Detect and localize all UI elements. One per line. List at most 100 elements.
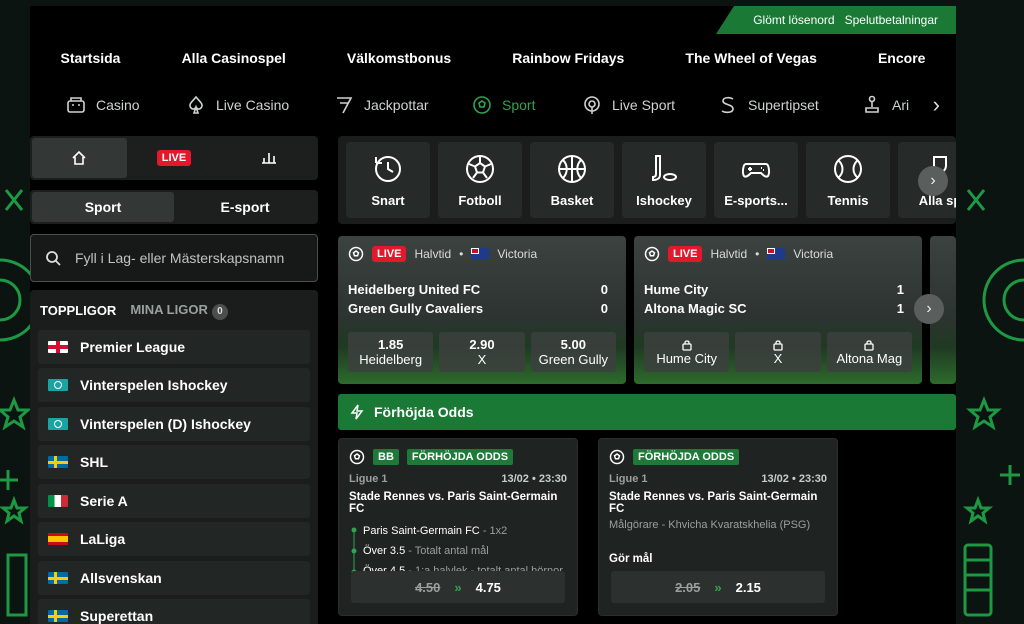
football-icon <box>609 449 625 465</box>
basketball-icon <box>558 154 586 183</box>
leagues-panel: TOPPLIGOR MINA LIGOR 0 Premier League Vin… <box>30 290 318 624</box>
esport-tab[interactable]: E-sport <box>174 192 316 222</box>
boost-odds-button[interactable]: 2.05 » 2.15 <box>611 571 825 603</box>
match-status: Halvtid <box>710 247 748 261</box>
odds-button-away[interactable]: 5.00 Green Gully <box>530 332 616 372</box>
nav-rainbow-fridays[interactable]: Rainbow Fridays <box>512 50 624 72</box>
match-region: Victoria <box>497 247 538 261</box>
nav-encore[interactable]: Encore <box>878 50 925 72</box>
boost-tag: FÖRHÖJDA ODDS <box>633 449 740 465</box>
odds-button-home[interactable]: 1.85 Heidelberg <box>348 332 434 372</box>
away-score: 0 <box>600 301 608 316</box>
stats-tab[interactable] <box>221 138 316 178</box>
boost-card[interactable]: BB FÖRHÖJDA ODDS Ligue 1 13/02 • 23:30 St… <box>338 438 578 616</box>
seven-icon <box>337 97 353 114</box>
league-item[interactable]: Vinterspelen (D) Ishockey <box>38 406 310 441</box>
gamepad-icon <box>741 162 771 178</box>
odds-button-home[interactable]: Hume City <box>644 332 730 372</box>
utility-bar: Glömt lösenord Spelutbetalningar <box>716 6 956 34</box>
australia-flag-icon <box>767 248 786 260</box>
lock-icon <box>773 339 783 351</box>
home-tab[interactable] <box>32 138 127 178</box>
league-item[interactable]: Vinterspelen Ishockey <box>38 368 310 402</box>
sport-snart[interactable]: Snart <box>346 142 430 218</box>
boost-odds-button[interactable]: 4.50 » 4.75 <box>351 571 565 603</box>
live-match-card[interactable]: LIVE Halvtid • Victoria Hume City 1 Alton… <box>634 236 922 384</box>
home-score: 0 <box>600 282 608 297</box>
nav-valkomstbonus[interactable]: Välkomstbonus <box>347 50 451 72</box>
boost-market: Gör mål <box>609 553 653 565</box>
england-flag-icon <box>48 340 68 353</box>
search-icon <box>46 251 61 266</box>
my-leagues-count: 0 <box>211 303 228 320</box>
nav-wheel-of-vegas[interactable]: The Wheel of Vegas <box>685 50 816 72</box>
sport-tennis[interactable]: Tennis <box>806 142 890 218</box>
odds-button-away[interactable]: Altona Mag <box>826 332 912 372</box>
sport-basket[interactable]: Basket <box>530 142 614 218</box>
boost-card[interactable]: FÖRHÖJDA ODDS Ligue 1 13/02 • 23:30 Stade… <box>598 438 838 616</box>
tennis-icon <box>834 154 862 183</box>
sport-ishockey[interactable]: Ishockey <box>622 142 706 218</box>
live-match-card[interactable]: LIVE Halvtid • Victoria Heidelberg Unite… <box>338 236 626 384</box>
league-item[interactable]: Premier League <box>38 329 310 364</box>
boost-title: Stade Rennes vs. Paris Saint-Germain FC <box>349 491 558 515</box>
lock-icon <box>864 339 874 351</box>
nav-alla-casinospel[interactable]: Alla Casinospel <box>182 50 286 72</box>
league-item[interactable]: SHL <box>38 445 310 479</box>
sidebar: LIVE Sport E-sport Fyll i Lag- eller Mäs… <box>30 136 318 624</box>
cat-casino[interactable]: Casino <box>66 95 140 115</box>
world-flag-icon <box>48 417 68 430</box>
sweden-flag-icon <box>48 456 68 468</box>
tab-my-leagues[interactable]: MINA LIGOR 0 <box>130 302 228 320</box>
search-placeholder: Fyll i Lag- eller Mästerskapsnamn <box>75 250 285 266</box>
boost-league: Ligue 1 <box>609 473 648 485</box>
nav-startsida[interactable]: Startsida <box>61 50 121 72</box>
sport-tab[interactable]: Sport <box>32 192 174 222</box>
cat-live-casino[interactable]: Live Casino <box>186 95 289 115</box>
league-item[interactable]: Superettan <box>38 599 310 624</box>
forgot-password-link[interactable]: Glömt lösenord <box>753 13 834 27</box>
odds-button-draw[interactable]: 2.90 X <box>439 332 525 372</box>
search-input[interactable]: Fyll i Lag- eller Mästerskapsnamn <box>30 234 318 282</box>
category-nav: Casino Live Casino Jackpottar Sport Live… <box>30 84 956 126</box>
home-icon <box>72 150 86 165</box>
odds-button-draw[interactable]: X <box>735 332 821 372</box>
double-chevron-icon: » <box>714 579 722 595</box>
live-tab[interactable]: LIVE <box>127 138 222 178</box>
cat-arcade[interactable]: Ari <box>862 95 909 115</box>
live-matches: LIVE Halvtid • Victoria Heidelberg Unite… <box>338 236 956 384</box>
clock-icon <box>375 155 401 182</box>
league-item[interactable]: LaLiga <box>38 522 310 556</box>
chevron-right-icon[interactable]: › <box>933 92 940 118</box>
app-frame: Glömt lösenord Spelutbetalningar Startsi… <box>30 6 956 624</box>
boost-title: Stade Rennes vs. Paris Saint-Germain FC <box>609 491 818 515</box>
cat-jackpottar[interactable]: Jackpottar <box>334 95 429 115</box>
home-team: Heidelberg United FC <box>348 282 481 297</box>
boost-league: Ligue 1 <box>349 473 388 485</box>
tab-top-leagues[interactable]: TOPPLIGOR <box>40 303 116 318</box>
football-icon <box>473 96 491 114</box>
sport-type-tabs: Sport E-sport <box>30 190 318 224</box>
main-content: Snart Fotboll Basket Ishockey E-sports..… <box>338 136 956 624</box>
live-badge: LIVE <box>372 246 407 262</box>
away-team: Altona Magic SC <box>644 301 747 316</box>
sport-esports[interactable]: E-sports... <box>714 142 798 218</box>
carousel-next-button[interactable]: › <box>918 166 948 196</box>
cat-supertipset[interactable]: Supertipset <box>718 95 819 115</box>
home-score: 1 <box>896 282 904 297</box>
boost-tag: FÖRHÖJDA ODDS <box>406 449 514 465</box>
sport-carousel: Snart Fotboll Basket Ishockey E-sports..… <box>338 136 956 224</box>
sport-fotboll[interactable]: Fotboll <box>438 142 522 218</box>
hockey-icon <box>652 154 677 181</box>
double-chevron-icon: » <box>454 579 462 595</box>
football-icon <box>348 246 364 262</box>
s-icon <box>721 96 734 114</box>
spain-flag-icon <box>48 533 68 545</box>
cat-live-sport[interactable]: Live Sport <box>582 95 675 115</box>
cat-sport[interactable]: Sport <box>472 95 535 115</box>
league-item[interactable]: Allsvenskan <box>38 560 310 595</box>
league-item[interactable]: Serie A <box>38 483 310 518</box>
sweden-flag-icon <box>48 610 68 622</box>
live-next-button[interactable]: › <box>914 294 944 324</box>
payouts-link[interactable]: Spelutbetalningar <box>845 13 938 27</box>
